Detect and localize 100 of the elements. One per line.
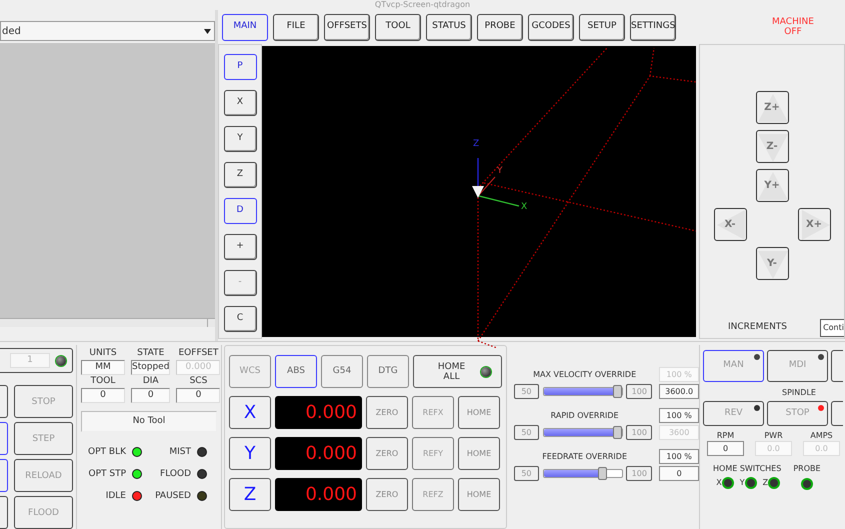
- home-button[interactable]: HOME: [458, 437, 500, 470]
- indicator-label: OPT STP: [88, 468, 126, 480]
- slider-thumb[interactable]: [613, 385, 622, 398]
- percent-field: 100 %: [659, 408, 699, 423]
- view-button[interactable]: Y: [224, 126, 256, 152]
- tab[interactable]: SETTINGS: [630, 14, 676, 40]
- jog-button[interactable]: X-: [714, 208, 746, 241]
- button[interactable]: [0, 385, 8, 418]
- tool-description: No Tool: [81, 411, 217, 432]
- view-button[interactable]: +: [224, 234, 256, 260]
- triangle-icon: [758, 251, 788, 279]
- readout-value: 0: [707, 441, 744, 456]
- program-button[interactable]: RELOAD: [14, 459, 73, 492]
- zero-button[interactable]: ZERO: [366, 396, 408, 429]
- tab[interactable]: STATUS: [426, 14, 472, 40]
- field-label: SCS: [190, 375, 208, 388]
- home-all-button[interactable]: HOME ALL: [413, 355, 502, 388]
- program-button[interactable]: FLOOD: [14, 496, 73, 529]
- increments-dropdown[interactable]: Conti: [820, 319, 844, 337]
- ref-button[interactable]: REFX: [412, 396, 454, 429]
- axis-button[interactable]: Y: [229, 437, 271, 470]
- field-label: STATE: [137, 347, 164, 360]
- jog-button[interactable]: Y-: [756, 247, 788, 280]
- file-dropdown[interactable]: ded: [0, 21, 215, 41]
- jog-button[interactable]: Z-: [756, 130, 788, 163]
- home-button[interactable]: HOME: [458, 396, 500, 429]
- field-label: TOOL: [90, 375, 116, 388]
- switch-label: X: [716, 478, 722, 488]
- button[interactable]: [0, 496, 8, 529]
- probe-label: PROBE: [793, 464, 821, 474]
- axis-button[interactable]: X: [229, 396, 271, 429]
- spindle-button[interactable]: STOP: [767, 401, 828, 426]
- jog-button[interactable]: Z+: [756, 91, 788, 124]
- readout-value: 0.0: [755, 441, 792, 456]
- indicator-label: MIST: [169, 446, 191, 458]
- machine-status: MACHINE OFF: [771, 17, 815, 37]
- button[interactable]: [831, 401, 843, 426]
- max-button[interactable]: 100: [626, 466, 652, 481]
- view-button[interactable]: X: [224, 90, 256, 116]
- mode-button[interactable]: MAN: [703, 350, 764, 382]
- increments-label: INCREMENTS: [728, 321, 788, 334]
- tab[interactable]: PROBE: [477, 14, 523, 40]
- status-led: [770, 479, 778, 487]
- mode-button[interactable]: MDI: [767, 350, 828, 382]
- tab[interactable]: GCODES: [528, 14, 574, 40]
- max-button[interactable]: 100: [626, 384, 652, 399]
- percent-field: 100 %: [659, 367, 699, 382]
- switch-label: Z: [762, 478, 768, 488]
- readout-value: 0.0: [803, 441, 840, 456]
- tab[interactable]: SETUP: [579, 14, 625, 40]
- led-icon: [754, 354, 760, 360]
- field-value: 0: [176, 388, 220, 403]
- dro-mode-button[interactable]: G54: [321, 355, 363, 388]
- home-button[interactable]: HOME: [458, 478, 500, 511]
- status-led: [56, 356, 66, 366]
- led-icon: [818, 354, 824, 360]
- view-button[interactable]: C: [224, 306, 256, 332]
- jog-button[interactable]: Y+: [756, 169, 788, 202]
- axis-indicator-drawing: [472, 158, 520, 207]
- zero-button[interactable]: ZERO: [366, 437, 408, 470]
- scrollbar[interactable]: [0, 318, 215, 327]
- view-button[interactable]: D: [224, 198, 256, 224]
- ref-button[interactable]: REFY: [412, 437, 454, 470]
- program-button[interactable]: STEP: [14, 422, 73, 455]
- min-button[interactable]: 50: [514, 384, 539, 399]
- program-button[interactable]: STOP: [14, 385, 73, 418]
- spindle-button[interactable]: REV: [703, 401, 764, 426]
- line-field[interactable]: 1: [10, 353, 50, 368]
- status-led: [746, 479, 755, 487]
- button[interactable]: [0, 422, 8, 455]
- slider-thumb[interactable]: [613, 426, 622, 439]
- axis-label: Z: [473, 139, 480, 149]
- view-button[interactable]: Z: [224, 162, 256, 188]
- tab[interactable]: OFFSETS: [324, 14, 370, 40]
- view-button[interactable]: P: [224, 54, 256, 80]
- button[interactable]: [831, 350, 843, 382]
- tab[interactable]: FILE: [273, 14, 319, 40]
- slider-thumb[interactable]: [598, 467, 607, 480]
- position-readout: 0.000: [275, 478, 362, 511]
- field-value: 0: [81, 388, 125, 403]
- min-button[interactable]: 50: [514, 425, 539, 440]
- position-readout: 0.000: [275, 396, 362, 429]
- zero-button[interactable]: ZERO: [366, 478, 408, 511]
- dro-mode-button[interactable]: ABS: [275, 355, 317, 388]
- jog-button[interactable]: X+: [798, 208, 830, 241]
- tab[interactable]: MAIN: [222, 14, 268, 40]
- button[interactable]: [0, 459, 8, 492]
- slider-track[interactable]: [542, 469, 624, 478]
- max-button[interactable]: 100: [626, 425, 652, 440]
- min-button[interactable]: 50: [514, 466, 539, 481]
- axis-button[interactable]: Z: [229, 478, 271, 511]
- triangle-icon: [758, 94, 788, 122]
- axis-label: Y: [497, 166, 502, 176]
- dro-mode-button[interactable]: DTG: [367, 355, 409, 388]
- tab[interactable]: TOOL: [375, 14, 421, 40]
- indicator-label: OPT BLK: [88, 446, 126, 458]
- ref-button[interactable]: REFZ: [412, 478, 454, 511]
- switch-label: Y: [740, 478, 745, 488]
- value-field: 3600.0: [659, 384, 699, 399]
- readout-label: PWR: [764, 430, 783, 441]
